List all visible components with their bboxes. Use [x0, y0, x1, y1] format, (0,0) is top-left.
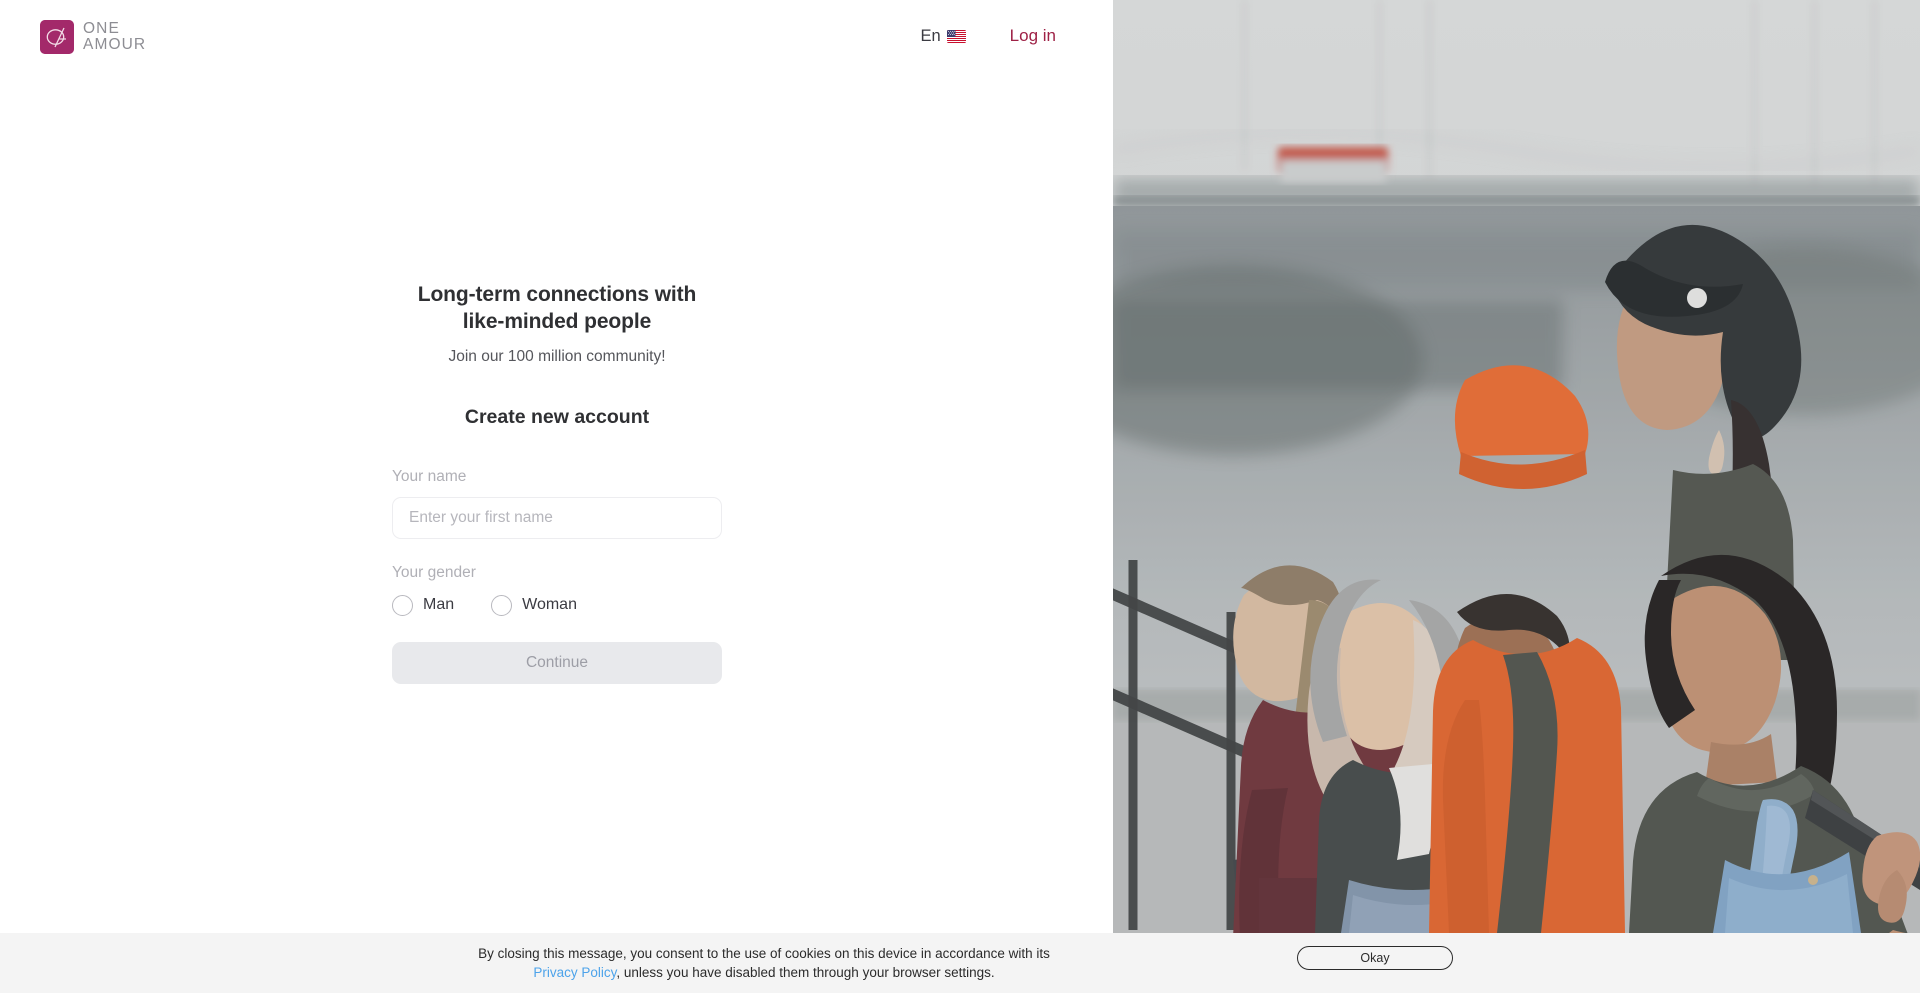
gender-option-man-label: Man: [423, 596, 455, 614]
brand-logo[interactable]: ONE AMOUR: [40, 20, 146, 54]
signup-form-column: Long-term connections with like-minded p…: [392, 281, 722, 684]
gender-radio-group: Man Woman: [392, 594, 722, 616]
radio-circle-icon: [491, 594, 513, 616]
continue-button[interactable]: Continue: [392, 641, 722, 684]
gender-option-woman[interactable]: Woman: [491, 594, 577, 616]
signup-page: ONE AMOUR En Log in Long-term connection…: [0, 0, 1920, 993]
radio-circle-icon: [392, 594, 413, 616]
us-flag-icon: [946, 29, 966, 43]
hero-photo: [1113, 0, 1920, 933]
gender-option-woman-label: Woman: [522, 596, 577, 614]
gender-option-man[interactable]: Man: [392, 594, 455, 616]
cookie-text-after-link: , unless you have disabled them through …: [616, 965, 995, 981]
login-link[interactable]: Log in: [1010, 26, 1056, 46]
page-title: Long-term connections with like-minded p…: [392, 281, 722, 336]
gender-field-label: Your gender: [392, 563, 476, 581]
language-switcher[interactable]: En: [920, 26, 966, 46]
brand-word-one: ONE: [83, 20, 120, 38]
site-header: ONE AMOUR En Log in: [0, 0, 1113, 86]
name-field-label: Your name: [392, 467, 467, 485]
cookie-accept-button[interactable]: Okay: [1297, 946, 1453, 970]
brand-word-amour: AMOUR: [83, 36, 147, 53]
language-label: En: [920, 26, 941, 45]
hero-subtitle: Join our 100 million community!: [448, 347, 666, 365]
privacy-policy-link[interactable]: Privacy Policy: [533, 965, 616, 980]
one-amour-logo-icon: [40, 20, 74, 54]
cookie-consent-text: By closing this message, you consent to …: [464, 944, 1064, 982]
create-account-heading: Create new account: [464, 405, 650, 428]
brand-wordmark: ONE AMOUR: [83, 21, 146, 53]
hero-title-line-2: like-minded people: [462, 310, 652, 334]
cookie-consent-bar: By closing this message, you consent to …: [0, 933, 1920, 993]
first-name-input[interactable]: [392, 496, 722, 539]
header-actions: En Log in: [920, 26, 1113, 46]
cookie-text-before-link: By closing this message, you consent to …: [478, 946, 1050, 961]
hero-title-line-1: Long-term connections with: [417, 283, 697, 306]
left-pane: ONE AMOUR En Log in Long-term connection…: [0, 0, 1113, 933]
